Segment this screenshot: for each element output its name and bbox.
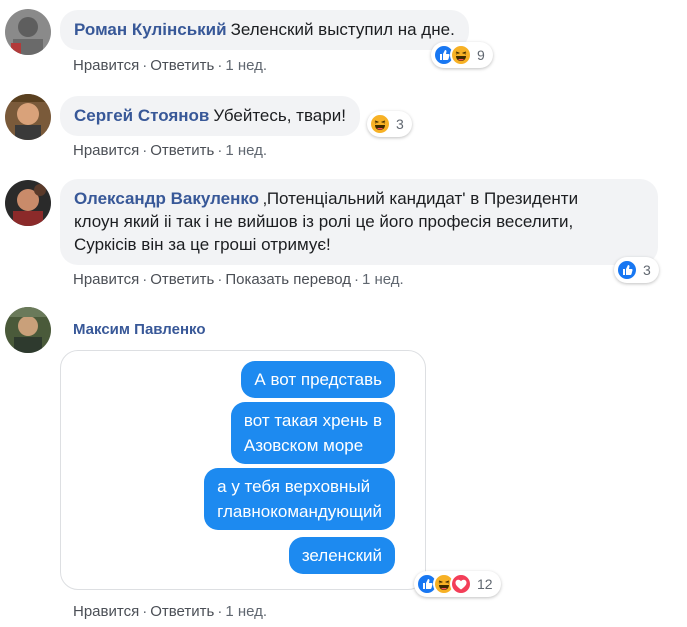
separator: · [217, 271, 223, 288]
chat-message-bubble: а у тебя верховный главнокомандующий [204, 468, 395, 530]
timestamp[interactable]: 1 нед. [225, 142, 267, 159]
comment-actions: Нравится · Ответить · 1 нед. [73, 603, 267, 620]
chat-message-text: зеленский [301, 546, 382, 565]
like-reaction-icon [616, 259, 638, 281]
reactions-summary[interactable]: 12 [414, 571, 501, 597]
separator: · [142, 57, 148, 74]
like-button[interactable]: Нравится [73, 271, 139, 288]
avatar[interactable] [5, 9, 51, 55]
chat-message-text: а у тебя верховный [217, 477, 371, 496]
comment-author[interactable]: Сергей Стоянов [74, 106, 209, 125]
chat-message-text: главнокомандующий [217, 502, 382, 521]
chat-message-text: А вот представь [254, 370, 382, 389]
avatar[interactable] [5, 94, 51, 140]
haha-reaction-icon [369, 113, 391, 135]
comment-author[interactable]: Роман Кулінський [74, 20, 227, 39]
comment-text: Убейтесь, твари! [213, 106, 346, 125]
show-translation-button[interactable]: Показать перевод [225, 271, 351, 288]
comment-bubble: Роман Кулінський Зеленский выступил на дн… [60, 10, 469, 50]
timestamp[interactable]: 1 нед. [362, 271, 404, 288]
like-button[interactable]: Нравится [73, 57, 139, 74]
chat-message-bubble: зеленский [288, 537, 395, 574]
avatar[interactable] [5, 180, 51, 226]
reaction-count: 3 [643, 262, 651, 278]
love-reaction-icon [450, 573, 472, 595]
separator: · [217, 603, 223, 620]
comment-actions: Нравится · Ответить · Показать перевод · 1 нед… [73, 271, 404, 288]
reply-button[interactable]: Ответить [150, 603, 214, 620]
separator: · [217, 57, 223, 74]
separator: · [142, 603, 148, 620]
chat-message-text: Азовском море [243, 436, 364, 455]
chat-message-text: вот такая хрень в [243, 411, 382, 430]
comment-actions: Нравится · Ответить · 1 нед. [73, 142, 267, 159]
comment-bubble: Сергей Стоянов Убейтесь, твари! [60, 96, 360, 136]
comment-bubble: Олександр Вакуленко ‚Потенціальний кандид… [60, 179, 658, 265]
separator: · [142, 271, 148, 288]
timestamp[interactable]: 1 нед. [225, 603, 267, 620]
like-button[interactable]: Нравится [73, 603, 139, 620]
comment-author[interactable]: Олександр Вакуленко [74, 189, 259, 208]
separator: · [217, 142, 223, 159]
reply-button[interactable]: Ответить [150, 57, 214, 74]
timestamp[interactable]: 1 нед. [225, 57, 267, 74]
reactions-summary[interactable]: 9 [431, 42, 493, 68]
comment-text: Зеленский выступил на дне. [230, 20, 455, 39]
comment-actions: Нравится · Ответить · 1 нед. [73, 57, 267, 74]
chat-message-bubble: вот такая хрень в Азовском море [230, 402, 395, 464]
comment-text-line-1: ‚Потенціальний кандидат' в Президенти [263, 189, 579, 208]
reaction-count: 9 [477, 47, 485, 63]
comment-text-line-2: клоун який іі так і не вийшов із ролі це… [74, 212, 574, 231]
avatar[interactable] [5, 307, 51, 353]
reactions-summary[interactable]: 3 [367, 111, 412, 137]
separator: · [142, 142, 148, 159]
reaction-count: 12 [477, 576, 493, 592]
comment-text-line-3: Суркісів він за це гроші отримує! [74, 235, 331, 254]
reply-button[interactable]: Ответить [150, 142, 214, 159]
chat-message-bubble: А вот представь [241, 361, 395, 398]
comment-author[interactable]: Максим Павленко [73, 321, 206, 338]
separator: · [353, 271, 359, 288]
reactions-summary[interactable]: 3 [614, 257, 659, 283]
reaction-count: 3 [396, 116, 404, 132]
reply-button[interactable]: Ответить [150, 271, 214, 288]
like-button[interactable]: Нравится [73, 142, 139, 159]
haha-reaction-icon [450, 44, 472, 66]
attached-screenshot-image[interactable]: А вот представь вот такая хрень в Азовск… [60, 350, 426, 590]
